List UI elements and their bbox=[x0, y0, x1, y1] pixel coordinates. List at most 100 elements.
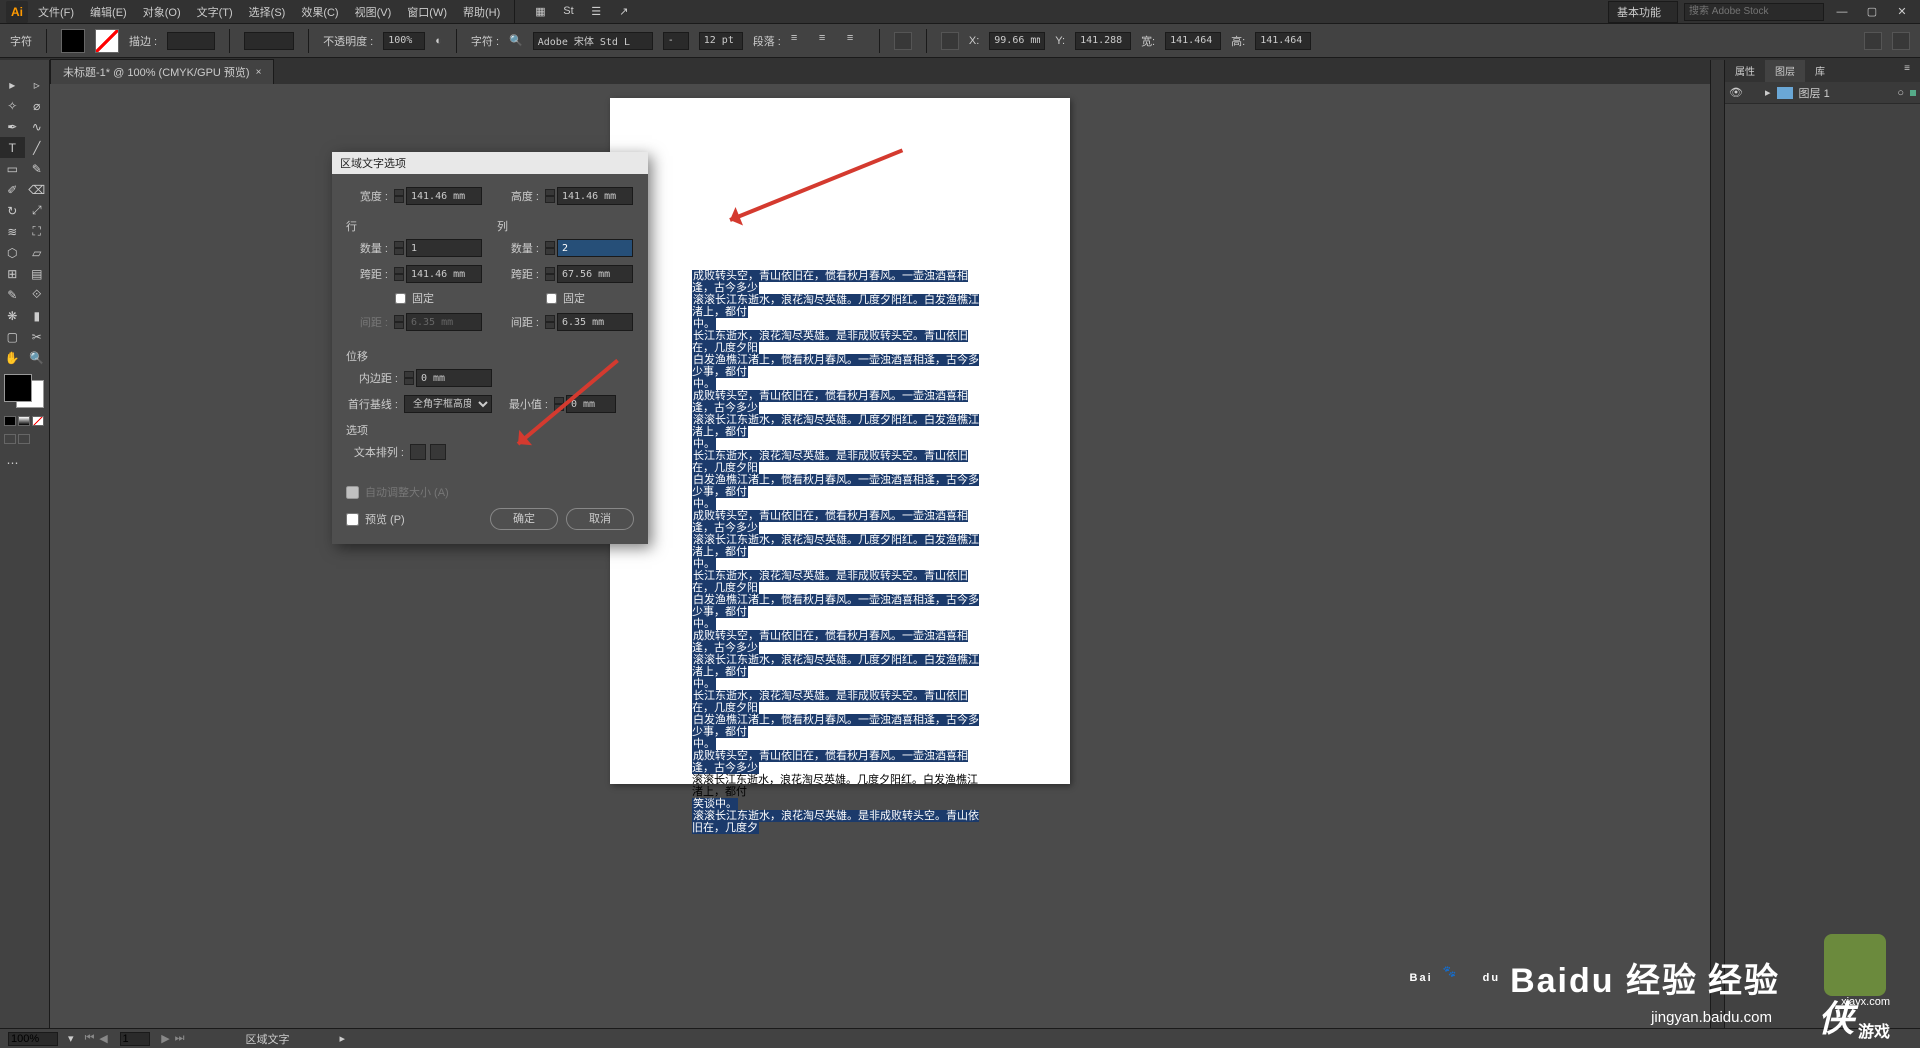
flow-horizontal-icon[interactable] bbox=[410, 444, 426, 460]
mesh-tool[interactable]: ⊞ bbox=[0, 263, 25, 284]
arrange-icon[interactable]: ☰ bbox=[591, 5, 605, 19]
paintbrush-tool[interactable]: ✎ bbox=[25, 158, 50, 179]
menu-item[interactable]: 视图(V) bbox=[347, 1, 400, 23]
align-to-icon[interactable] bbox=[941, 32, 959, 50]
artboard-tool[interactable]: ▢ bbox=[0, 326, 25, 347]
transform-anchor-icon[interactable] bbox=[894, 32, 912, 50]
rows-fixed-checkbox[interactable] bbox=[395, 293, 406, 304]
fill-swatch[interactable] bbox=[61, 29, 85, 53]
baseline-select[interactable]: 全角字框高度 bbox=[404, 395, 492, 413]
artboard-nav-fwd[interactable]: ▶⏭ bbox=[160, 1032, 186, 1045]
artboard-nav[interactable]: ⏮◀ bbox=[84, 1032, 110, 1045]
cols-count-input[interactable] bbox=[557, 239, 633, 257]
symbol-sprayer-tool[interactable]: ❋ bbox=[0, 305, 25, 326]
menu-item[interactable]: 对象(O) bbox=[135, 1, 189, 23]
find-font-icon[interactable]: 🔍 bbox=[509, 34, 523, 47]
y-input[interactable] bbox=[1075, 32, 1131, 50]
cols-span-input[interactable] bbox=[557, 265, 633, 283]
stock-icon[interactable]: St bbox=[563, 5, 577, 19]
canvas-area[interactable]: 成败转头空，青山依旧在，惯看秋月春风。一壶浊酒喜相逢，古今多少滚滚长江东逝水，浪… bbox=[50, 84, 1724, 1028]
menu-item[interactable]: 帮助(H) bbox=[455, 1, 508, 23]
zoom-tool[interactable]: 🔍 bbox=[25, 347, 50, 368]
menu-item[interactable]: 窗口(W) bbox=[399, 1, 455, 23]
foreground-color[interactable] bbox=[4, 374, 32, 402]
fill-stroke-swap[interactable] bbox=[4, 374, 44, 408]
document-tab[interactable]: 未标题-1* @ 100% (CMYK/GPU 预览) × bbox=[50, 59, 274, 84]
minimize-button[interactable]: — bbox=[1830, 6, 1854, 18]
eraser-tool[interactable]: ⌫ bbox=[25, 179, 50, 200]
close-tab-icon[interactable]: × bbox=[256, 67, 262, 78]
blend-tool[interactable]: ⟐ bbox=[25, 284, 50, 305]
artboard-index-input[interactable] bbox=[120, 1032, 150, 1046]
height-input[interactable] bbox=[557, 187, 633, 205]
align-left-icon[interactable]: ≡ bbox=[791, 32, 809, 50]
opacity-input[interactable] bbox=[383, 32, 425, 50]
prefs-icon[interactable] bbox=[1864, 32, 1882, 50]
graph-tool[interactable]: ▮ bbox=[25, 305, 50, 326]
rows-count-input[interactable] bbox=[406, 239, 482, 257]
area-text-frame[interactable]: 成败转头空，青山依旧在，惯看秋月春风。一壶浊酒喜相逢，古今多少滚滚长江东逝水，浪… bbox=[692, 270, 984, 834]
h-input[interactable] bbox=[1255, 32, 1311, 50]
layer-row[interactable]: 👁 ▸ 图层 1 ○ bbox=[1725, 82, 1920, 104]
workspace-dropdown[interactable]: 基本功能 bbox=[1608, 1, 1678, 23]
visibility-icon[interactable]: 👁 bbox=[1729, 86, 1743, 100]
panel-menu-icon[interactable]: ≡ bbox=[1894, 60, 1920, 82]
zoom-input[interactable] bbox=[8, 1032, 58, 1046]
gradient-tool[interactable]: ▤ bbox=[25, 263, 50, 284]
magic-wand-tool[interactable]: ✧ bbox=[0, 95, 25, 116]
perspective-tool[interactable]: ▱ bbox=[25, 242, 50, 263]
shaper-tool[interactable]: ✐ bbox=[0, 179, 25, 200]
direct-selection-tool[interactable]: ▹ bbox=[25, 74, 50, 95]
type-tool[interactable]: T bbox=[0, 137, 25, 158]
free-transform-tool[interactable]: ⛶ bbox=[25, 221, 50, 242]
inset-input[interactable] bbox=[416, 369, 492, 387]
eyedropper-tool[interactable]: ✎ bbox=[0, 284, 25, 305]
menu-item[interactable]: 文字(T) bbox=[189, 1, 241, 23]
menu-item[interactable]: 文件(F) bbox=[30, 1, 82, 23]
panel-menu-icon[interactable] bbox=[1892, 32, 1910, 50]
cancel-button[interactable]: 取消 bbox=[566, 508, 634, 530]
ok-button[interactable]: 确定 bbox=[490, 508, 558, 530]
menu-item[interactable]: 编辑(E) bbox=[82, 1, 135, 23]
recolor-icon[interactable]: ◐ bbox=[435, 35, 442, 47]
line-tool[interactable]: ╱ bbox=[25, 137, 50, 158]
lasso-tool[interactable]: ⌀ bbox=[25, 95, 50, 116]
w-input[interactable] bbox=[1165, 32, 1221, 50]
shape-builder-tool[interactable]: ⬡ bbox=[0, 242, 25, 263]
tab-layers[interactable]: 图层 bbox=[1765, 60, 1805, 82]
hand-tool[interactable]: ✋ bbox=[0, 347, 25, 368]
search-input[interactable] bbox=[1684, 3, 1824, 21]
width-input[interactable] bbox=[406, 187, 482, 205]
screen-mode-full-icon[interactable] bbox=[18, 434, 30, 444]
width-tool[interactable]: ≋ bbox=[0, 221, 25, 242]
rotate-tool[interactable]: ↻ bbox=[0, 200, 25, 221]
send-icon[interactable]: ↗ bbox=[619, 5, 633, 19]
scale-tool[interactable]: ⤢ bbox=[25, 200, 50, 221]
cols-fixed-checkbox[interactable] bbox=[546, 293, 557, 304]
bridge-icon[interactable]: ▦ bbox=[535, 5, 549, 19]
stroke-weight-input[interactable] bbox=[167, 32, 215, 50]
screen-mode-normal-icon[interactable] bbox=[4, 434, 16, 444]
preview-checkbox[interactable] bbox=[346, 513, 359, 526]
pen-tool[interactable]: ✒ bbox=[0, 116, 25, 137]
align-center-icon[interactable]: ≡ bbox=[819, 32, 837, 50]
rectangle-tool[interactable]: ▭ bbox=[0, 158, 25, 179]
target-icon[interactable]: ○ bbox=[1897, 87, 1904, 99]
expand-icon[interactable]: ▸ bbox=[1765, 86, 1771, 99]
menu-item[interactable]: 效果(C) bbox=[293, 1, 346, 23]
tab-libraries[interactable]: 库 bbox=[1805, 60, 1835, 82]
edit-toolbar-icon[interactable]: ⋯ bbox=[0, 452, 25, 473]
curvature-tool[interactable]: ∿ bbox=[25, 116, 50, 137]
cols-gutter-input[interactable] bbox=[557, 313, 633, 331]
brush-dropdown[interactable] bbox=[244, 32, 294, 50]
layer-name[interactable]: 图层 1 bbox=[1799, 85, 1830, 101]
slice-tool[interactable]: ✂ bbox=[25, 326, 50, 347]
menu-item[interactable]: 选择(S) bbox=[241, 1, 294, 23]
flow-vertical-icon[interactable] bbox=[430, 444, 446, 460]
align-right-icon[interactable]: ≡ bbox=[847, 32, 865, 50]
restore-button[interactable]: ▢ bbox=[1860, 5, 1884, 18]
stroke-swatch[interactable] bbox=[95, 29, 119, 53]
right-panel-strip[interactable] bbox=[1710, 60, 1724, 1028]
font-size-input[interactable] bbox=[699, 32, 743, 50]
rows-span-input[interactable] bbox=[406, 265, 482, 283]
